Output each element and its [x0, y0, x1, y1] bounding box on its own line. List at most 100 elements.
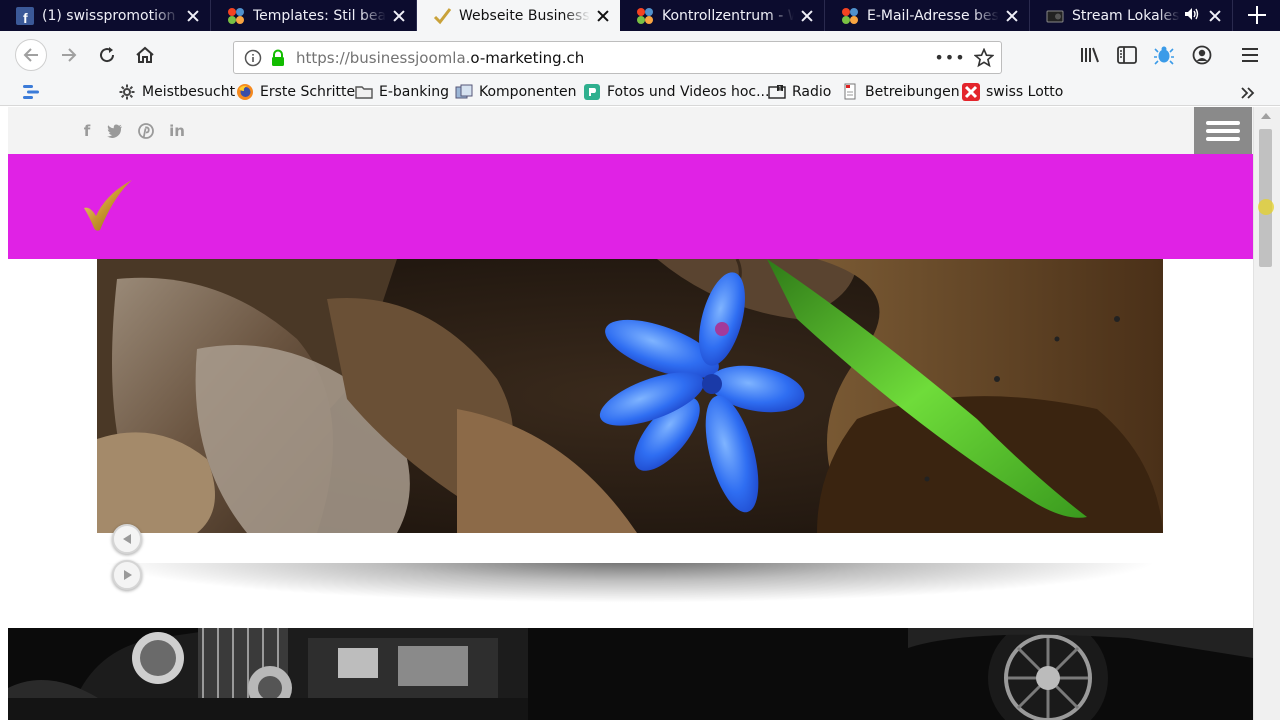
bookmark-swiss-lotto[interactable]: swiss Lotto [962, 82, 1063, 102]
photo-icon [583, 83, 601, 101]
tab-webseite-business[interactable]: Webseite Business für [417, 0, 620, 31]
address-bar[interactable]: https://businessjoomla.o-marketing.ch ••… [233, 41, 1002, 74]
tab-facebook[interactable]: f (1) swisspromotion [0, 0, 211, 31]
sidebar-icon [1117, 46, 1137, 64]
section-image-hotrod [8, 628, 1253, 720]
close-icon[interactable] [186, 9, 200, 23]
new-tab-button[interactable] [1246, 4, 1268, 26]
menu-button[interactable] [1234, 39, 1266, 71]
close-icon[interactable] [1005, 9, 1019, 23]
url-domain: o-marketing.ch [470, 48, 585, 67]
bookmarks-apps-icon [22, 83, 40, 101]
firefox-icon [236, 83, 254, 101]
bookmark-e-banking[interactable]: E-banking [355, 82, 449, 102]
slider-play-button[interactable] [112, 560, 142, 590]
scroll-up-arrow-icon[interactable] [1261, 113, 1271, 119]
joomla-icon [841, 7, 859, 25]
url-prefix: https://businessjoomla. [296, 48, 471, 67]
bookmarks-overflow-button[interactable] [1240, 83, 1256, 103]
tab-stream-radio[interactable]: Stream Lokales Radio [1030, 0, 1233, 31]
linkedin-icon[interactable]: in [168, 122, 186, 140]
bookmark-label: Erste Schritte [260, 84, 356, 100]
bookmark-label: Komponenten [479, 84, 577, 100]
bookmark-fotos-videos[interactable]: Fotos und Videos hoc... [583, 82, 769, 102]
home-icon [136, 46, 154, 63]
social-bar: f in [8, 107, 1253, 154]
home-button[interactable] [129, 39, 161, 71]
bookmark-label: Meistbesucht [142, 84, 236, 100]
components-icon [455, 83, 473, 101]
gear-icon [118, 83, 136, 101]
slider-prev-button[interactable] [112, 524, 142, 554]
twitter-icon[interactable] [106, 122, 124, 140]
tab-title: Webseite Business für [459, 7, 590, 24]
joomla-icon [636, 7, 654, 25]
facebook-icon: f [16, 6, 34, 25]
lotto-icon [962, 83, 980, 101]
bookmark-betreibungen[interactable]: Betreibungen [841, 82, 960, 102]
account-button[interactable] [1186, 39, 1218, 71]
slider-shadow [97, 559, 1163, 603]
close-icon[interactable] [1208, 9, 1222, 23]
reload-icon [100, 47, 115, 63]
bookmark-label: E-banking [379, 84, 449, 100]
page-viewport: f in [0, 107, 1280, 720]
close-icon[interactable] [800, 9, 814, 23]
tab-templates[interactable]: Templates: Stil bearbeiten [211, 0, 417, 31]
close-icon[interactable] [596, 9, 610, 23]
scrollbar-thumb[interactable] [1259, 129, 1272, 267]
bookmarks-toolbar: Meistbesucht Erste Schritte E-banking Ko… [0, 78, 1280, 106]
bookmark-radio[interactable]: 1 Radio [768, 82, 831, 102]
bookmark-label: Radio [792, 84, 832, 100]
document-icon [841, 83, 859, 101]
sidebar-button[interactable] [1111, 39, 1143, 71]
site-logo[interactable] [80, 178, 136, 234]
bookmark-label: swiss Lotto [986, 84, 1064, 100]
forward-button[interactable] [53, 39, 85, 71]
mouse-cursor-highlight [1258, 199, 1274, 215]
speaker-icon[interactable] [1184, 7, 1202, 25]
bookmark-label: Fotos und Videos hoc... [607, 84, 770, 100]
bookmark-erste-schritte[interactable]: Erste Schritte [236, 82, 355, 102]
menu-line [1206, 129, 1240, 133]
web-page: f in [8, 107, 1253, 720]
url-text[interactable]: https://businessjoomla.o-marketing.ch [296, 49, 933, 67]
back-arrow-icon [23, 48, 38, 62]
back-button[interactable] [15, 39, 47, 71]
chevron-double-right-icon [1241, 87, 1255, 99]
radio-icon: 1 [768, 83, 786, 101]
extension-button[interactable] [1148, 39, 1180, 71]
tab-title: E-Mail-Adresse bestätigen [867, 7, 999, 24]
close-icon[interactable] [392, 9, 406, 23]
radio-icon [1046, 7, 1064, 25]
menu-line [1206, 121, 1240, 125]
lock-icon[interactable] [268, 49, 288, 67]
bookmark-label: Betreibungen [865, 84, 960, 100]
tab-title: Templates: Stil bearbeiten [253, 7, 386, 24]
joomla-icon [227, 7, 245, 25]
account-icon [1192, 45, 1212, 65]
info-icon[interactable] [238, 49, 268, 67]
tab-title: Kontrollzentrum - Webseite [662, 7, 794, 24]
bookmark-meistbesucht[interactable]: Meistbesucht [118, 82, 235, 102]
bookmark-star-icon[interactable] [967, 47, 1001, 68]
image-slider[interactable] [97, 259, 1163, 533]
tab-title: (1) swisspromotion [42, 7, 176, 24]
triangle-left-icon [123, 534, 131, 544]
tab-strip: f (1) swisspromotion Templates: Stil bea… [0, 0, 1280, 31]
forward-arrow-icon [62, 48, 77, 62]
reload-button[interactable] [91, 39, 123, 71]
pinterest-icon[interactable] [137, 122, 155, 140]
folder-icon [355, 83, 373, 101]
tab-kontrollzentrum[interactable]: Kontrollzentrum - Webseite [620, 0, 825, 31]
facebook-icon[interactable]: f [78, 122, 96, 140]
hamburger-icon [1242, 48, 1258, 62]
tab-email-bestaetigen[interactable]: E-Mail-Adresse bestätigen [825, 0, 1030, 31]
page-actions-button[interactable]: ••• [933, 48, 967, 67]
library-icon [1081, 47, 1099, 63]
library-button[interactable] [1074, 39, 1106, 71]
play-icon [124, 570, 132, 580]
bookmark-komponenten[interactable]: Komponenten [455, 82, 576, 102]
bookmark-toggle[interactable] [22, 82, 46, 102]
checkmark-icon [433, 7, 451, 25]
